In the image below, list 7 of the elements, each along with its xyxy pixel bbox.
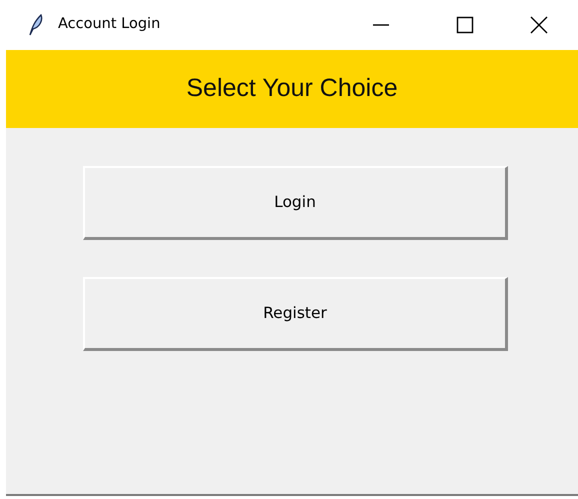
close-icon[interactable] — [529, 15, 549, 35]
window-title: Account Login — [58, 15, 160, 34]
choice-button[interactable]: Login — [83, 166, 508, 240]
maximize-icon[interactable] — [455, 15, 475, 35]
choice-button[interactable]: Register — [83, 277, 508, 351]
header-title: Select Your Choice — [186, 73, 398, 104]
feather-icon — [28, 14, 44, 36]
